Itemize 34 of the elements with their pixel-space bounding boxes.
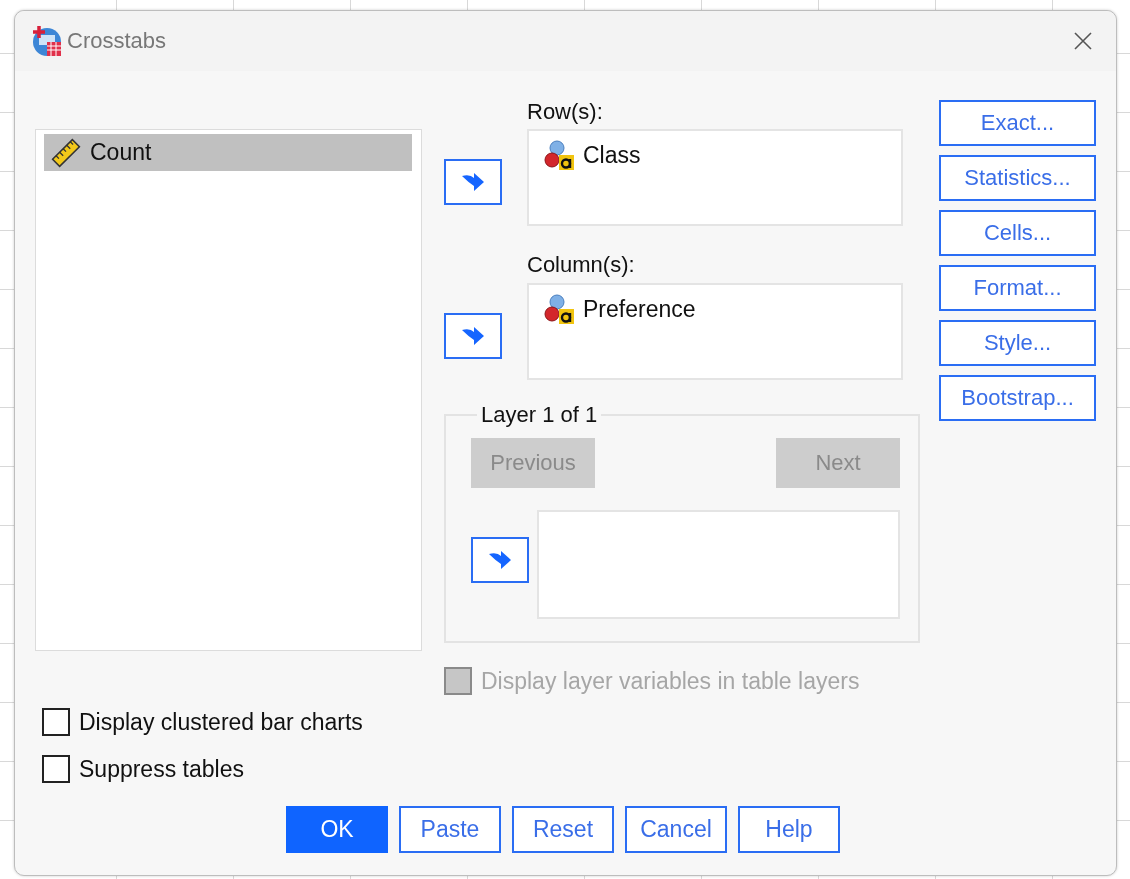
move-arrow-button[interactable] <box>444 159 502 205</box>
variable-list-item[interactable]: Count <box>44 134 412 171</box>
window-title: Crosstabs <box>67 28 167 54</box>
dialog-button[interactable]: Cells... <box>939 210 1096 256</box>
dialog-button[interactable]: Paste <box>399 806 501 853</box>
arrow-icon <box>460 324 486 348</box>
dialog-button[interactable]: Exact... <box>939 100 1096 146</box>
arrow-icon <box>460 170 486 194</box>
checkbox-label: Display clustered bar charts <box>79 708 363 736</box>
dialog-button[interactable]: Format... <box>939 265 1096 311</box>
dialog-button[interactable]: Cancel <box>625 806 727 853</box>
group-title: Layer 1 of 1 <box>480 402 599 428</box>
checkbox-label: Suppress tables <box>79 755 244 783</box>
checkbox-label: Display layer variables in table layers <box>481 667 860 695</box>
checkbox[interactable] <box>42 708 70 736</box>
field-label: Column(s): <box>527 252 636 278</box>
move-arrow-button[interactable] <box>471 537 529 583</box>
close-button[interactable] <box>1072 30 1094 52</box>
variable-icon <box>543 139 575 171</box>
close-icon <box>1072 30 1094 52</box>
table-app-icon <box>31 25 63 57</box>
dialog-button[interactable]: Style... <box>939 320 1096 366</box>
variable-icon <box>543 293 575 325</box>
checkbox[interactable] <box>42 755 70 783</box>
dialog-button[interactable]: Reset <box>512 806 614 853</box>
variable-name: Class <box>583 141 641 169</box>
field-label: Row(s): <box>527 99 604 125</box>
dialog-button[interactable]: Bootstrap... <box>939 375 1096 421</box>
arrow-icon <box>487 548 513 572</box>
dialog-button[interactable]: Help <box>738 806 840 853</box>
variable-name: Preference <box>583 295 696 323</box>
dialog-button[interactable]: OK <box>286 806 388 853</box>
move-arrow-button[interactable] <box>444 313 502 359</box>
dialog-button[interactable]: Statistics... <box>939 155 1096 201</box>
